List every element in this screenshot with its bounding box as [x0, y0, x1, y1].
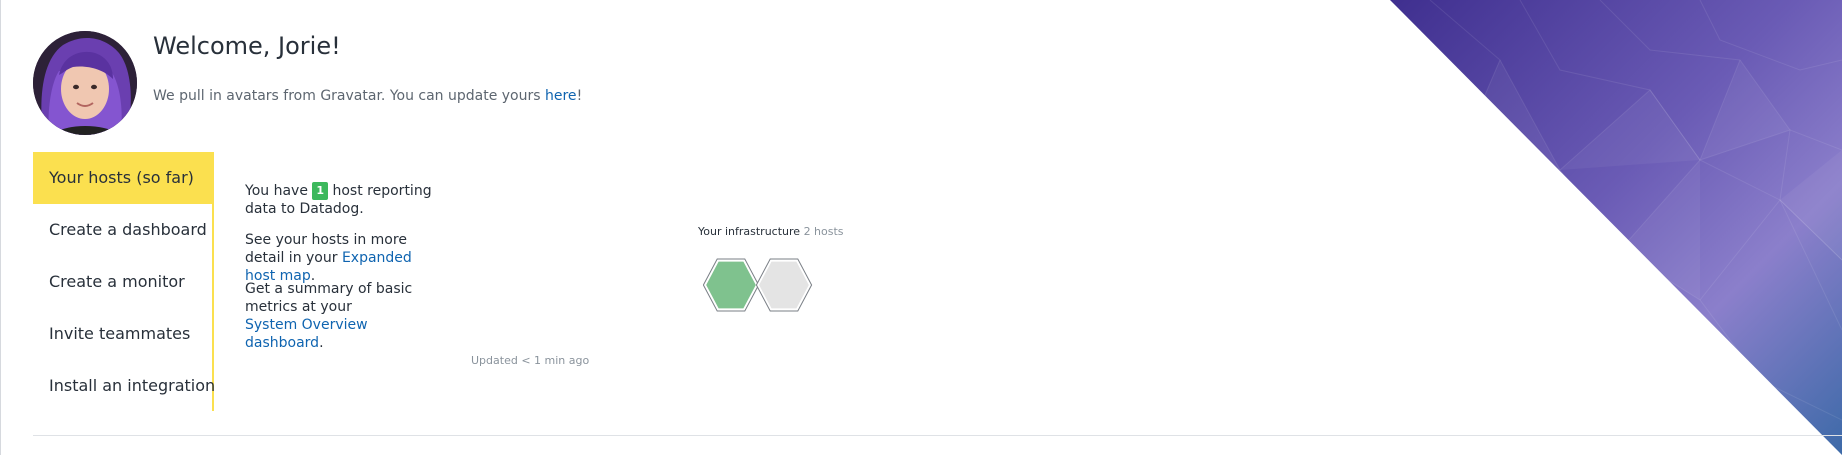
- page-left-border: [0, 0, 1, 455]
- user-avatar[interactable]: [33, 31, 137, 135]
- expanded-host-map-text: See your hosts in more detail in your Ex…: [245, 231, 445, 285]
- gravatar-update-link[interactable]: here: [545, 88, 577, 104]
- infrastructure-host-count: 2 hosts: [803, 225, 844, 238]
- welcome-heading: Welcome, Jorie!: [153, 32, 341, 60]
- gravatar-note-end: !: [576, 88, 583, 104]
- system-overview-link[interactable]: System Overview dashboard: [245, 317, 368, 351]
- gravatar-note: We pull in avatars from Gravatar. You ca…: [153, 88, 582, 104]
- gravatar-note-text: We pull in avatars from Gravatar. You ca…: [153, 88, 545, 104]
- updated-timestamp: Updated < 1 min ago: [471, 354, 590, 367]
- decorative-purple-banner: [1390, 0, 1842, 455]
- section-divider: [33, 435, 1842, 436]
- host-count-badge: 1: [312, 182, 329, 200]
- onboarding-sidebar: Your hosts (so far) Create a dashboard C…: [33, 152, 215, 412]
- system-overview-prefix: Get a summary of basic metrics at your: [245, 281, 413, 315]
- system-overview-text: Get a summary of basic metrics at your S…: [245, 280, 450, 352]
- avatar-portrait-icon: [33, 31, 137, 135]
- sidebar-item-install-integration[interactable]: Install an integration: [33, 360, 215, 412]
- system-overview-suffix: .: [319, 335, 324, 351]
- sidebar-item-create-dashboard[interactable]: Create a dashboard: [33, 204, 212, 256]
- hosts-reporting-prefix: You have: [245, 183, 313, 199]
- hosts-reporting-text: You have 1 host reporting data to Datado…: [245, 182, 445, 218]
- sidebar-item-invite-teammates[interactable]: Invite teammates: [33, 308, 212, 360]
- sidebar-item-your-hosts[interactable]: Your hosts (so far): [33, 152, 212, 204]
- infrastructure-hex-map[interactable]: [703, 250, 821, 320]
- sidebar-item-create-monitor[interactable]: Create a monitor: [33, 256, 212, 308]
- infrastructure-title: Your infrastructure: [698, 225, 801, 238]
- infrastructure-label: Your infrastructure 2 hosts: [698, 225, 844, 238]
